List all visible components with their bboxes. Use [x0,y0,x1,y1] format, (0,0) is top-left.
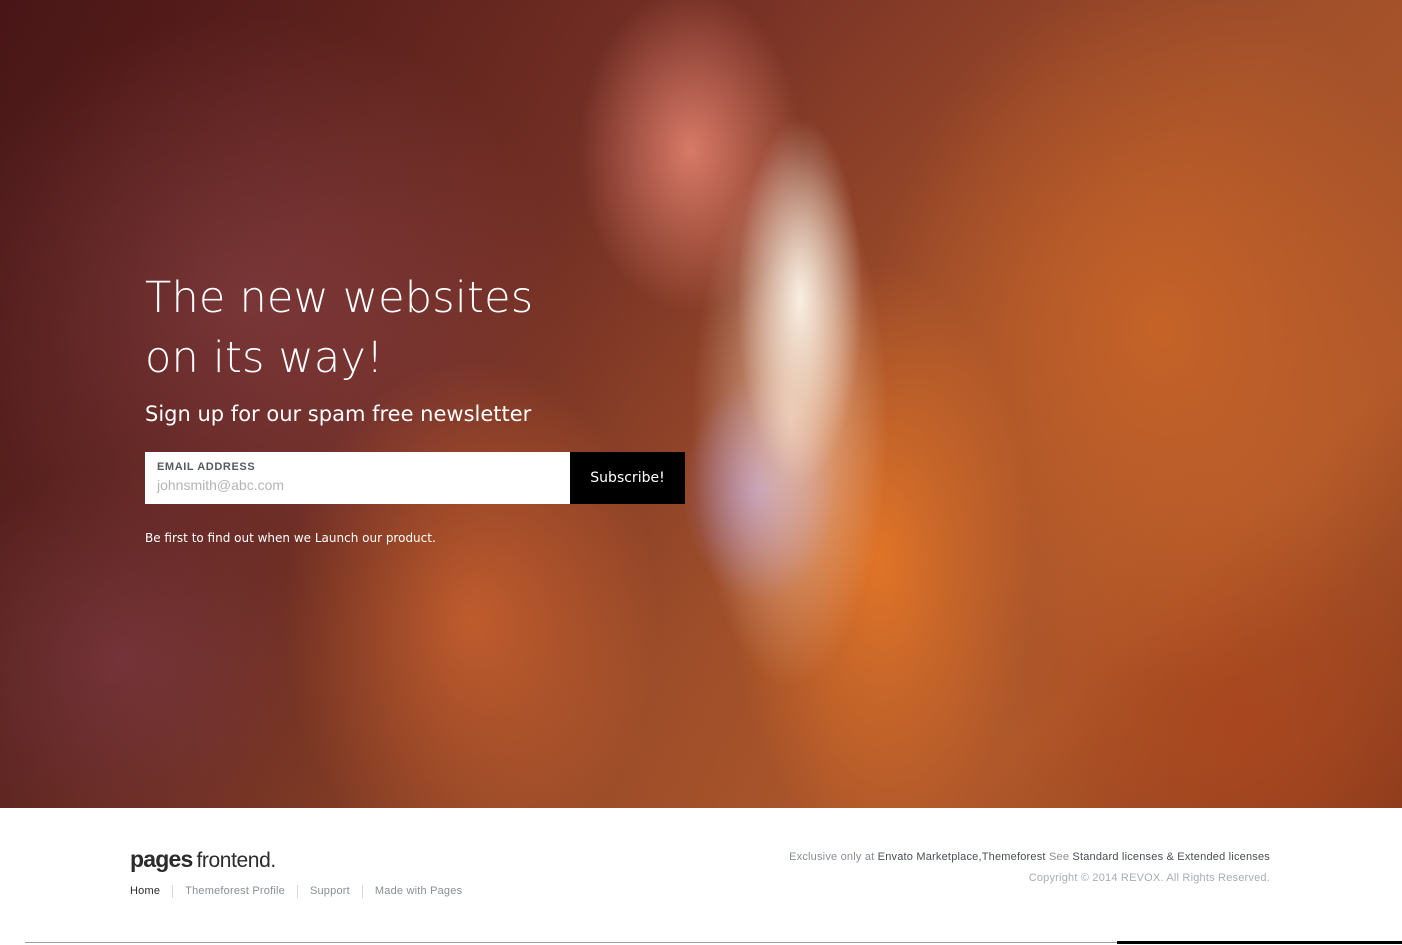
footer-nav: Home Themeforest Profile Support Made wi… [130,885,474,898]
footer-link-support[interactable]: Support [296,885,362,898]
footer-link-made-with-pages[interactable]: Made with Pages [361,885,474,898]
email-field[interactable]: EMAIL ADDRESS [145,452,570,504]
headline-line-2: on its way! [145,333,384,383]
footer-scrollbar-accent [1117,941,1402,944]
newsletter-subheadline: Sign up for our spam free newsletter [145,402,532,426]
launch-tagline: Be first to find out when we Launch our … [145,531,436,545]
exclusive-prefix: Exclusive only at [789,851,875,863]
newsletter-form: EMAIL ADDRESS Subscribe! [145,452,685,504]
logo-bold-text: pages [130,846,193,872]
page-headline: The new websites on its way! [145,268,565,388]
copyright-text: Copyright © 2014 REVOX. All Rights Reser… [1028,872,1270,884]
footer-link-themeforest-profile[interactable]: Themeforest Profile [172,885,297,898]
headline-line-1: The new websites [145,273,534,323]
logo-light-text: frontend. [196,849,276,872]
envato-marketplace-link[interactable]: Envato Marketplace,Themeforest [878,851,1046,863]
subscribe-button[interactable]: Subscribe! [570,452,685,504]
see-word: See [1048,851,1070,863]
email-input[interactable] [157,477,558,493]
footer-divider [25,942,1117,943]
footer-legal: Exclusive only at Envato Marketplace,The… [789,851,1270,884]
email-label: EMAIL ADDRESS [157,461,256,473]
page-footer: pages frontend. Home Themeforest Profile… [0,808,1402,945]
licenses-link[interactable]: Standard licenses & Extended licenses [1072,851,1270,863]
hero-section: The new websites on its way! Sign up for… [0,0,1402,808]
exclusive-notice: Exclusive only at Envato Marketplace,The… [789,851,1270,863]
footer-link-home[interactable]: Home [130,885,172,898]
hero-content: The new websites on its way! Sign up for… [145,268,685,545]
pages-frontend-logo[interactable]: pages frontend. [130,846,276,873]
